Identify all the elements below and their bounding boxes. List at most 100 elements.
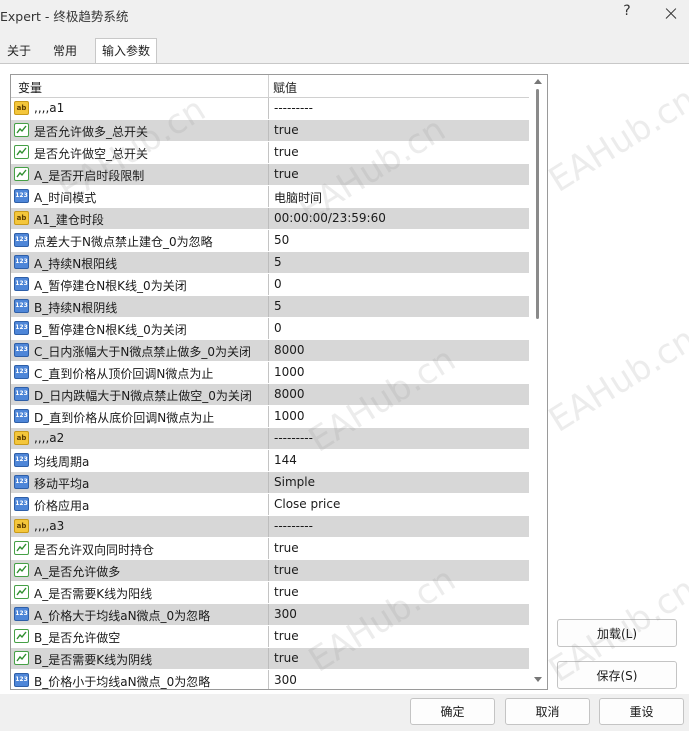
- table-row[interactable]: B_是否允许做空 true: [11, 626, 529, 648]
- variable-value: 50: [274, 233, 290, 247]
- help-button[interactable]: ?: [617, 3, 637, 25]
- variable-name: 是否允许双向同时持仓: [34, 543, 155, 557]
- cancel-button[interactable]: 取消: [505, 698, 590, 725]
- table-row[interactable]: 123 D_直到价格从底价回调N微点为止 1000: [11, 406, 529, 428]
- variable-value: 300: [274, 607, 297, 621]
- table-row[interactable]: 123 A_暂停建仓N根K线_0为关闭 0: [11, 274, 529, 296]
- table-row[interactable]: ab ,,,,a1 ---------: [11, 98, 529, 120]
- tab-common[interactable]: 常用: [47, 40, 83, 62]
- variable-value: 8000: [274, 343, 305, 357]
- tab-strip: 关于 常用 输入参数: [0, 38, 689, 64]
- value-cell[interactable]: 5: [268, 252, 529, 273]
- variable-name: ,,,,a2: [34, 431, 65, 445]
- value-cell[interactable]: Close price: [268, 494, 529, 515]
- scroll-up-icon[interactable]: [534, 79, 542, 84]
- variable-cell: ab ,,,,a3: [11, 516, 268, 537]
- table-row[interactable]: 123 B_暂停建仓N根K线_0为关闭 0: [11, 318, 529, 340]
- variable-cell: 123 B_价格小于均线aN微点_0为忽略: [11, 670, 268, 689]
- variable-value: true: [274, 651, 299, 665]
- variable-cell: 是否允许双向同时持仓: [11, 538, 268, 559]
- table-row[interactable]: 123 价格应用a Close price: [11, 494, 529, 516]
- scroll-down-icon[interactable]: [534, 677, 542, 682]
- number-type-icon: 123: [14, 343, 29, 357]
- variable-cell: A_是否允许做多: [11, 560, 268, 581]
- table-row[interactable]: ab A1_建仓时段 00:00:00/23:59:60: [11, 208, 529, 230]
- number-type-icon: 123: [14, 189, 29, 203]
- value-cell[interactable]: 8000: [268, 340, 529, 361]
- table-row[interactable]: 123 B_价格小于均线aN微点_0为忽略 300: [11, 670, 529, 689]
- table-row[interactable]: 123 B_持续N根阴线 5: [11, 296, 529, 318]
- number-type-icon: 123: [14, 497, 29, 511]
- value-cell[interactable]: ---------: [268, 98, 529, 119]
- value-cell[interactable]: true: [268, 560, 529, 581]
- value-cell[interactable]: 50: [268, 230, 529, 251]
- close-icon[interactable]: [660, 3, 682, 25]
- variable-value: 144: [274, 453, 297, 467]
- table-row[interactable]: 是否允许做多_总开关 true: [11, 120, 529, 142]
- variable-cell: 123 A_时间模式: [11, 186, 268, 207]
- bool-type-icon: [14, 541, 29, 555]
- number-type-icon: 123: [14, 453, 29, 467]
- variable-name: ,,,,a3: [34, 519, 65, 533]
- value-cell[interactable]: 5: [268, 296, 529, 317]
- bool-type-icon: [14, 585, 29, 599]
- variable-cell: ab ,,,,a1: [11, 98, 268, 119]
- table-row[interactable]: 123 移动平均a Simple: [11, 472, 529, 494]
- variable-value: 0: [274, 277, 282, 291]
- scroll-thumb[interactable]: [536, 89, 539, 319]
- tab-about[interactable]: 关于: [1, 40, 37, 62]
- variable-name: A_暂停建仓N根K线_0为关闭: [34, 279, 187, 293]
- value-cell[interactable]: 0: [268, 274, 529, 295]
- variable-name: A_持续N根阳线: [34, 257, 118, 271]
- column-header-value[interactable]: 赋值: [273, 79, 297, 96]
- variable-value: true: [274, 563, 299, 577]
- variable-cell: 123 B_暂停建仓N根K线_0为关闭: [11, 318, 268, 339]
- variable-cell: 123 A_价格大于均线aN微点_0为忽略: [11, 604, 268, 625]
- string-type-icon: ab: [14, 519, 29, 533]
- variable-value: true: [274, 629, 299, 643]
- number-type-icon: 123: [14, 673, 29, 687]
- table-row[interactable]: ab ,,,,a3 ---------: [11, 516, 529, 538]
- variable-cell: B_是否需要K线为阴线: [11, 648, 268, 669]
- number-type-icon: 123: [14, 365, 29, 379]
- variable-value: ---------: [274, 519, 313, 533]
- table-row[interactable]: 123 点差大于N微点禁止建仓_0为忽略 50: [11, 230, 529, 252]
- variable-value: 5: [274, 299, 282, 313]
- variable-name: D_直到价格从底价回调N微点为止: [34, 411, 215, 425]
- ok-button[interactable]: 确定: [410, 698, 495, 725]
- table-row[interactable]: 是否允许双向同时持仓 true: [11, 538, 529, 560]
- variable-value: true: [274, 145, 299, 159]
- tab-inputs[interactable]: 输入参数: [95, 38, 158, 64]
- variable-value: 1000: [274, 409, 305, 423]
- column-header-variable[interactable]: 变量: [18, 79, 42, 96]
- variable-value: 1000: [274, 365, 305, 379]
- value-cell[interactable]: ---------: [268, 516, 529, 537]
- variable-cell: 123 点差大于N微点禁止建仓_0为忽略: [11, 230, 268, 251]
- variable-value: 8000: [274, 387, 305, 401]
- bool-type-icon: [14, 145, 29, 159]
- table-row[interactable]: B_是否需要K线为阴线 true: [11, 648, 529, 670]
- variable-value: 300: [274, 673, 297, 687]
- table-row[interactable]: 123 D_日内跌幅大于N微点禁止做空_0为关闭 8000: [11, 384, 529, 406]
- variable-name: 移动平均a: [34, 477, 90, 491]
- value-cell[interactable]: true: [268, 538, 529, 559]
- variable-name: 均线周期a: [34, 455, 90, 469]
- number-type-icon: 123: [14, 299, 29, 313]
- value-cell[interactable]: 300: [268, 670, 529, 689]
- reset-button[interactable]: 重设: [599, 698, 684, 725]
- value-cell[interactable]: Simple: [268, 472, 529, 493]
- variable-name: B_暂停建仓N根K线_0为关闭: [34, 323, 187, 337]
- value-cell[interactable]: 144: [268, 450, 529, 471]
- column-divider[interactable]: [268, 75, 269, 97]
- bool-type-icon: [14, 123, 29, 137]
- value-cell[interactable]: 0: [268, 318, 529, 339]
- bool-type-icon: [14, 167, 29, 181]
- variable-cell: B_是否允许做空: [11, 626, 268, 647]
- variable-value: true: [274, 585, 299, 599]
- table-row[interactable]: ab ,,,,a2 ---------: [11, 428, 529, 450]
- table-row[interactable]: 123 A_价格大于均线aN微点_0为忽略 300: [11, 604, 529, 626]
- table-row[interactable]: 123 均线周期a 144: [11, 450, 529, 472]
- string-type-icon: ab: [14, 101, 29, 115]
- table-row[interactable]: 123 A_持续N根阳线 5: [11, 252, 529, 274]
- variable-cell: 123 B_持续N根阴线: [11, 296, 268, 317]
